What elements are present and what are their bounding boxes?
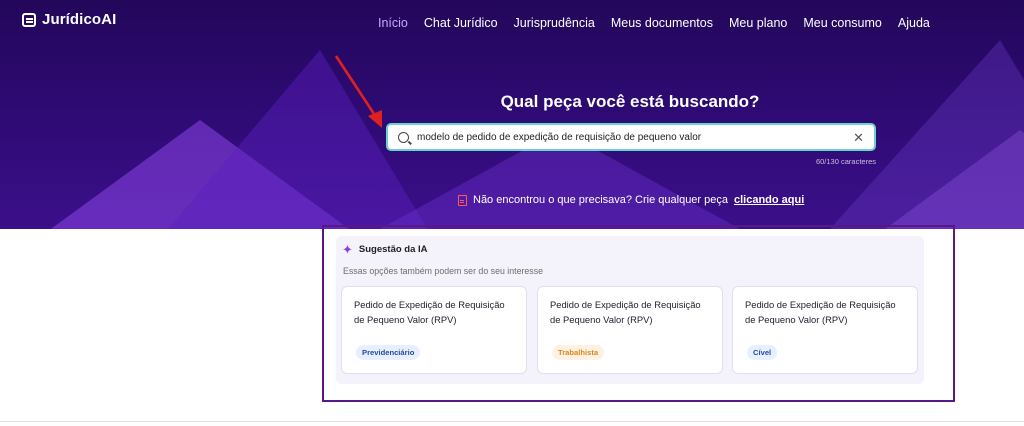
suggestion-subtitle: Essas opções também podem ser do seu int… <box>343 266 543 276</box>
clear-icon[interactable]: ✕ <box>853 131 864 144</box>
sparkle-icon: ✦ <box>342 242 353 257</box>
char-counter: 60/130 caracteres <box>815 157 876 166</box>
nav-item-chat-juridico[interactable]: Chat Jurídico <box>424 16 498 30</box>
nav-item-meu-plano[interactable]: Meu plano <box>729 16 787 30</box>
card-title: Pedido de Expedição de Requisição de Peq… <box>550 299 701 325</box>
card-title: Pedido de Expedição de Requisição de Peq… <box>745 299 896 325</box>
suggestion-card[interactable]: Pedido de Expedição de Requisição de Peq… <box>732 286 918 374</box>
app-logo[interactable]: JurídicoAI <box>22 11 116 28</box>
create-piece-link[interactable]: clicando aqui <box>734 194 804 206</box>
nav-item-ajuda[interactable]: Ajuda <box>898 16 930 30</box>
search-box[interactable]: ✕ <box>386 123 876 151</box>
suggestion-card[interactable]: Pedido de Expedição de Requisição de Peq… <box>537 286 723 374</box>
top-nav: Início Chat Jurídico Jurisprudência Meus… <box>378 16 946 30</box>
category-badge: Trabalhista <box>552 345 605 360</box>
logo-icon <box>22 12 36 27</box>
nav-item-inicio[interactable]: Início <box>378 16 408 30</box>
red-arrow-annotation <box>334 55 382 128</box>
search-input[interactable] <box>417 131 854 143</box>
category-badge: Previdenciário <box>356 345 421 360</box>
nav-item-meus-documentos[interactable]: Meus documentos <box>611 16 713 30</box>
card-title: Pedido de Expedição de Requisição de Peq… <box>354 299 505 325</box>
decorative-shape <box>870 130 1024 229</box>
cta-text: Não encontrou o que precisava? Crie qual… <box>473 194 728 206</box>
suggestion-title: Sugestão da IA <box>358 244 428 255</box>
document-icon <box>458 194 467 206</box>
divider <box>0 421 1024 422</box>
app-name: JurídicoAI <box>42 11 117 28</box>
hero-title: Qual peça você está buscando? <box>500 92 760 111</box>
suggestion-card[interactable]: Pedido de Expedição de Requisição de Peq… <box>341 286 527 374</box>
suggestion-header: ✦ Sugestão da IA <box>342 243 428 256</box>
category-badge: Cível <box>747 345 778 360</box>
nav-item-meu-consumo[interactable]: Meu consumo <box>803 16 882 30</box>
search-icon <box>398 131 409 143</box>
nav-item-jurisprudencia[interactable]: Jurisprudência <box>514 16 595 30</box>
create-piece-cta: Não encontrou o que precisava? Crie qual… <box>458 194 804 206</box>
